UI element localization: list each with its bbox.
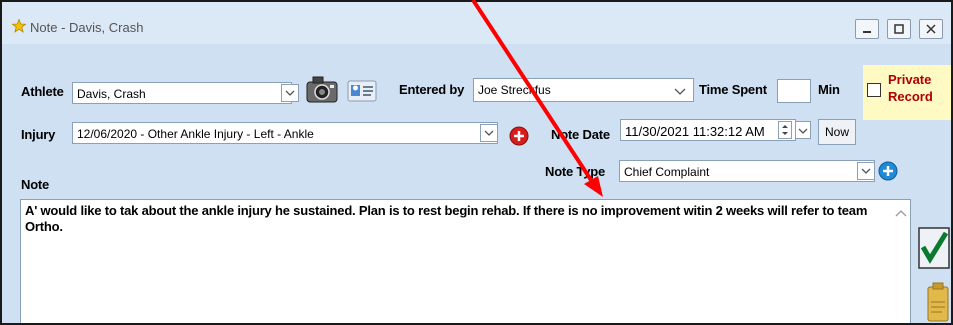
annotation-arrow — [471, 0, 603, 197]
